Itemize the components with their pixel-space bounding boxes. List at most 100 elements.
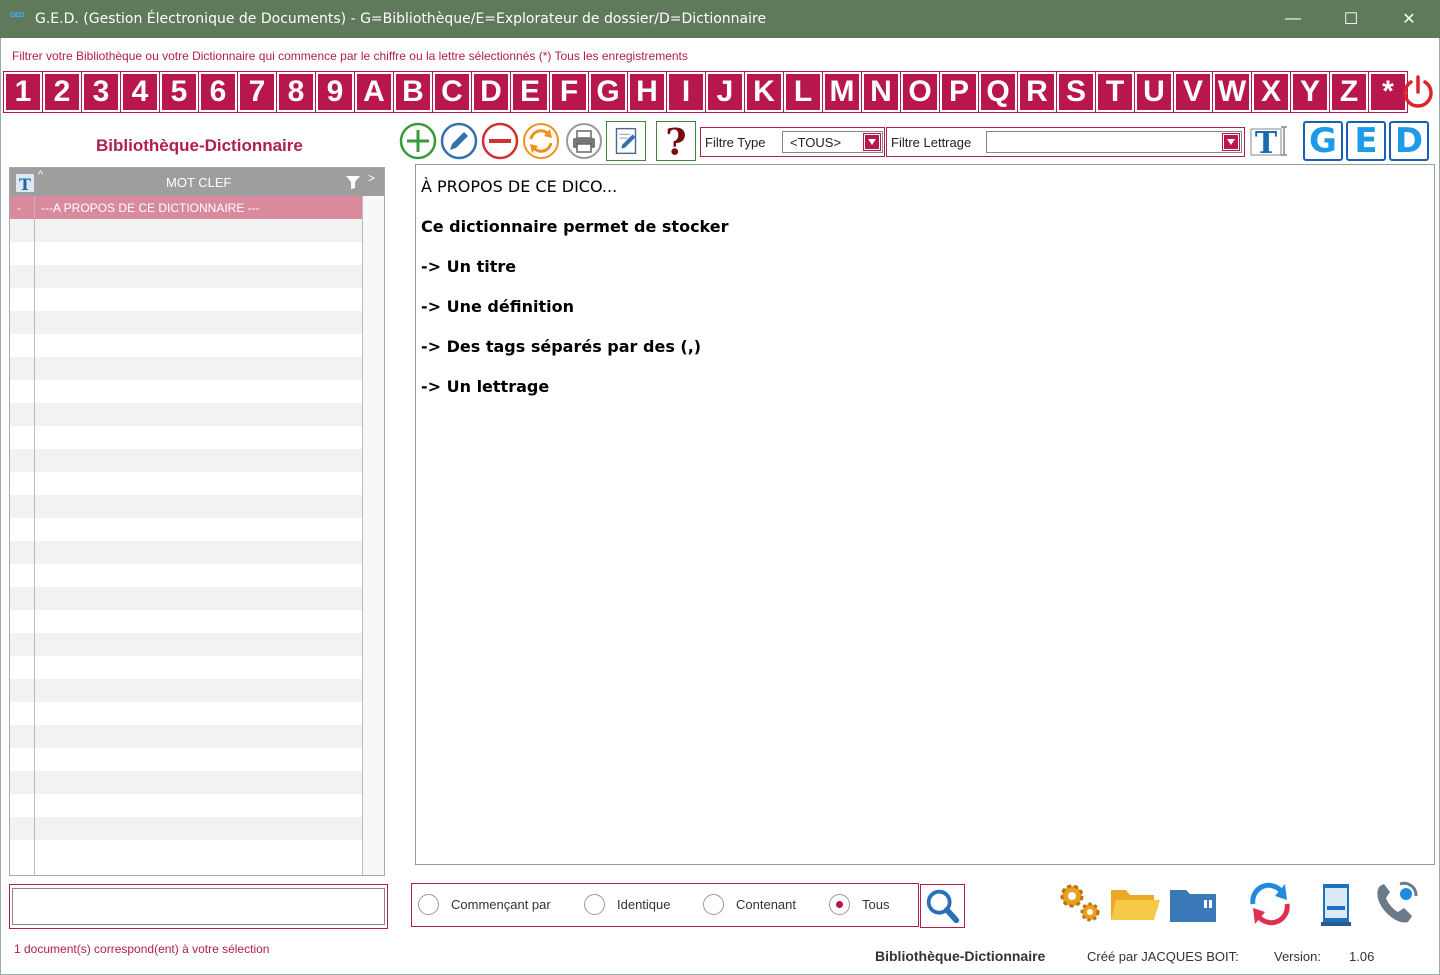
edit-document-icon[interactable] [606,121,646,161]
chevron-down-icon[interactable] [863,133,881,151]
lettrage-filter-label: Filtre Lettrage [891,135,972,150]
letter-button-d[interactable]: D [471,71,511,113]
letter-button-8[interactable]: 8 [276,71,316,113]
radio-tous[interactable]: Tous [829,893,889,915]
empty-list-row [10,748,363,771]
letter-button-o[interactable]: O [900,71,940,113]
radio-identique[interactable]: Identique [584,893,671,915]
search-button[interactable] [920,884,965,928]
letter-button-t[interactable]: T [1095,71,1135,113]
empty-list-row [10,472,363,495]
letter-button-p[interactable]: P [939,71,979,113]
status-text: 1 document(s) correspond(ent) à votre sé… [14,942,270,956]
radio-circle[interactable] [418,893,439,915]
letter-button-4[interactable]: 4 [120,71,160,113]
search-input[interactable] [12,888,385,925]
letter-button-c[interactable]: C [432,71,472,113]
empty-list-row [10,771,363,794]
remove-icon[interactable] [480,121,520,161]
empty-list-row [10,794,363,817]
radio-circle[interactable] [829,893,850,915]
column-divider [34,196,35,875]
empty-list-row [10,656,363,679]
letter-button-u[interactable]: U [1134,71,1174,113]
folder-icon[interactable] [1108,878,1162,930]
letter-button-f[interactable]: F [549,71,589,113]
book-icon[interactable] [1313,878,1367,930]
mode-e-button[interactable]: E [1346,121,1386,161]
text-column-icon[interactable]: T [16,174,34,192]
sd-card-icon[interactable] [1166,878,1220,930]
letter-button-h[interactable]: H [627,71,667,113]
add-icon[interactable] [398,121,438,161]
power-icon[interactable] [1399,73,1437,111]
filter-hint: Filtrer votre Bibliothèque ou votre Dict… [12,49,688,63]
close-button[interactable]: ✕ [1380,0,1438,38]
radio-contenant[interactable]: Contenant [703,893,796,915]
settings-gears-icon[interactable] [1052,878,1106,930]
maximize-button[interactable]: ☐ [1322,0,1380,38]
footer-version: 1.06 [1349,949,1375,964]
radio-circle[interactable] [703,893,724,915]
lettrage-filter-select[interactable] [986,131,1242,153]
footer-version-label: Version: [1274,949,1321,964]
letter-button-b[interactable]: B [393,71,433,113]
letter-button-e[interactable]: E [510,71,550,113]
empty-list-row [10,426,363,449]
letter-button-1[interactable]: 1 [3,71,43,113]
letter-button-j[interactable]: J [705,71,745,113]
chevron-down-icon[interactable] [1222,133,1240,151]
print-icon[interactable] [564,121,604,161]
letter-button-5[interactable]: 5 [159,71,199,113]
letter-button-2[interactable]: 2 [42,71,82,113]
letter-button-z[interactable]: Z [1329,71,1369,113]
sort-ascending-icon[interactable]: ^ [38,169,43,181]
type-filter-select[interactable]: <TOUS> [782,131,883,153]
letter-button-k[interactable]: K [744,71,784,113]
letter-button-i[interactable]: I [666,71,706,113]
radio-circle[interactable] [584,893,605,915]
letter-button-w[interactable]: W [1212,71,1252,113]
letter-button-n[interactable]: N [861,71,901,113]
list-scrollbar[interactable] [362,196,384,875]
empty-list-row [10,219,363,242]
letter-button-6[interactable]: 6 [198,71,238,113]
definition-viewer[interactable]: À PROPOS DE CE DICO... Ce dictionnaire pe… [415,164,1435,865]
edit-pencil-icon[interactable] [439,121,479,161]
column-header-mot-clef[interactable]: MOT CLEF [166,175,232,190]
letter-button-9[interactable]: 9 [315,71,355,113]
filter-funnel-icon[interactable] [346,176,360,189]
keyword-list: T ^ MOT CLEF > - ---A PROPOS DE CE DICTIO… [9,167,385,876]
phone-icon[interactable] [1370,878,1424,930]
mode-e-label: E [1354,121,1378,161]
letter-button-q[interactable]: Q [978,71,1018,113]
letter-button-r[interactable]: R [1017,71,1057,113]
letter-button-v[interactable]: V [1173,71,1213,113]
letter-button-7[interactable]: 7 [237,71,277,113]
lettrage-filter: Filtre Lettrage [886,127,1245,157]
help-icon[interactable]: ? [656,121,696,161]
letter-button-m[interactable]: M [822,71,862,113]
refresh-icon[interactable] [521,121,561,161]
empty-list-row [10,702,363,725]
letter-button-3[interactable]: 3 [81,71,121,113]
chevron-right-icon[interactable]: > [368,171,375,185]
letter-button-y[interactable]: Y [1290,71,1330,113]
content-line: À PROPOS DE CE DICO... [421,177,618,196]
letter-button-x[interactable]: X [1251,71,1291,113]
radio-commencant-par[interactable]: Commençant par [418,893,551,915]
mode-d-button[interactable]: D [1389,121,1429,161]
list-header: T ^ MOT CLEF > [10,168,384,196]
content-line: -> Des tags séparés par des (,) [421,337,702,356]
text-format-icon[interactable]: T [1249,123,1289,159]
list-row[interactable]: - ---A PROPOS DE CE DICTIONNAIRE --- [10,196,363,219]
sync-icon[interactable] [1243,878,1297,930]
letter-button-g[interactable]: G [588,71,628,113]
radio-label: Tous [862,896,890,912]
letter-button-l[interactable]: L [783,71,823,113]
mode-g-button[interactable]: G [1303,121,1343,161]
letter-button-s[interactable]: S [1056,71,1096,113]
type-filter: Filtre Type <TOUS> [700,127,885,157]
minimize-button[interactable]: — [1264,0,1322,38]
letter-button-a[interactable]: A [354,71,394,113]
